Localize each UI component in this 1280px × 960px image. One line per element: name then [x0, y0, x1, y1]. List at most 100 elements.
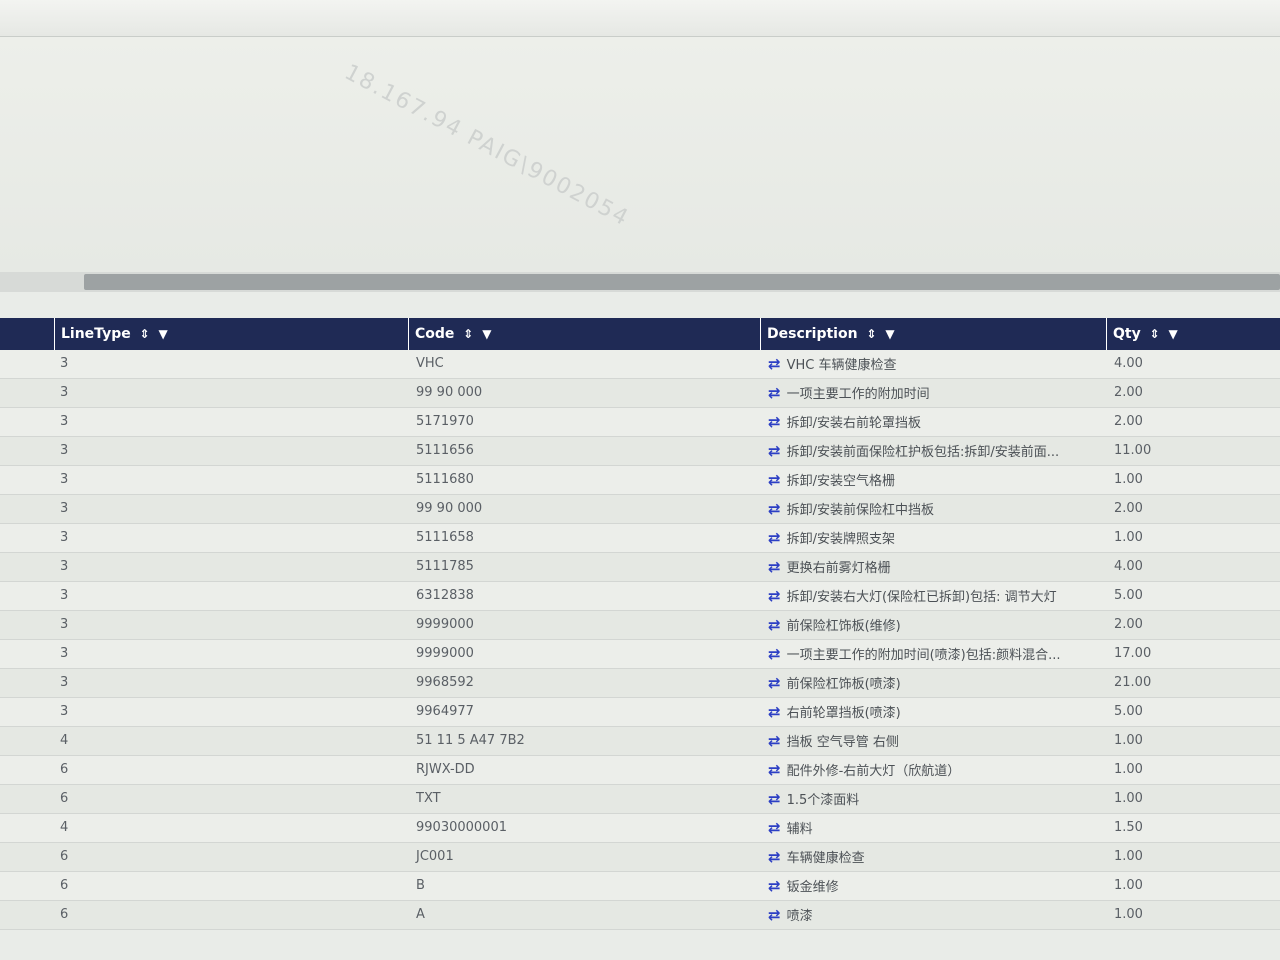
row-selector[interactable] [0, 466, 54, 494]
description-text: 拆卸/安装右大灯(保险杠已拆卸)包括: 调节大灯 [786, 590, 1057, 605]
cell-linetype: 4 [60, 820, 69, 835]
table-row[interactable]: 4 51 11 5 A47 7B2 ⇄ 挡板 空气导管 右侧 1.00 [0, 727, 1280, 756]
swap-arrows-icon[interactable]: ⇄ [768, 872, 781, 900]
swap-arrows-icon[interactable]: ⇄ [768, 611, 781, 639]
swap-arrows-icon[interactable]: ⇄ [768, 379, 781, 407]
row-selector[interactable] [0, 872, 54, 900]
table-row[interactable]: 3 5111785 ⇄ 更换右前雾灯格栅 4.00 [0, 553, 1280, 582]
table-row[interactable]: 6 JC001 ⇄ 车辆健康检查 1.00 [0, 843, 1280, 872]
cell-code: TXT [416, 791, 441, 806]
cell-code: 51 11 5 A47 7B2 [416, 733, 525, 748]
description-text: 拆卸/安装右前轮罩挡板 [786, 416, 921, 431]
table-row[interactable]: 4 99030000001 ⇄ 辅料 1.50 [0, 814, 1280, 843]
row-selector[interactable] [0, 901, 54, 929]
table-row[interactable]: 3 99 90 000 ⇄ 一项主要工作的附加时间 2.00 [0, 379, 1280, 408]
swap-arrows-icon[interactable]: ⇄ [768, 350, 781, 378]
row-selector[interactable] [0, 379, 54, 407]
table-row[interactable]: 3 9968592 ⇄ 前保险杠饰板(喷漆) 21.00 [0, 669, 1280, 698]
table-row[interactable]: 3 5111656 ⇄ 拆卸/安装前面保险杠护板包括:拆卸/安装前面... 11.00 [0, 437, 1280, 466]
cell-code: A [416, 907, 425, 922]
description-text: 辅料 [786, 822, 813, 837]
swap-arrows-icon[interactable]: ⇄ [768, 669, 781, 697]
cell-linetype: 4 [60, 733, 69, 748]
filter-icon[interactable]: ▼ [482, 327, 491, 341]
swap-arrows-icon[interactable]: ⇄ [768, 814, 781, 842]
swap-arrows-icon[interactable]: ⇄ [768, 901, 781, 929]
table-row[interactable]: 6 RJWX-DD ⇄ 配件外修-右前大灯（欣航道） 1.00 [0, 756, 1280, 785]
row-selector[interactable] [0, 350, 54, 378]
cell-linetype: 3 [60, 385, 69, 400]
swap-arrows-icon[interactable]: ⇄ [768, 495, 781, 523]
filter-icon[interactable]: ▼ [885, 327, 894, 341]
header-code[interactable]: Code ⇕ ▼ [408, 318, 760, 350]
row-selector[interactable] [0, 843, 54, 871]
swap-arrows-icon[interactable]: ⇄ [768, 756, 781, 784]
sort-icon[interactable]: ⇕ [1150, 327, 1160, 341]
row-selector[interactable] [0, 611, 54, 639]
table-row[interactable]: 6 B ⇄ 钣金维修 1.00 [0, 872, 1280, 901]
swap-arrows-icon[interactable]: ⇄ [768, 843, 781, 871]
table-row[interactable]: 6 TXT ⇄ 1.5个漆面料 1.00 [0, 785, 1280, 814]
header-description[interactable]: Description ⇕ ▼ [760, 318, 1106, 350]
cell-linetype: 6 [60, 849, 69, 864]
cell-qty: 11.00 [1114, 443, 1152, 458]
table-row[interactable]: 3 5171970 ⇄ 拆卸/安装右前轮罩挡板 2.00 [0, 408, 1280, 437]
swap-arrows-icon[interactable]: ⇄ [768, 785, 781, 813]
cell-linetype: 3 [60, 588, 69, 603]
cell-description: ⇄ 1.5个漆面料 [760, 785, 1106, 813]
row-selector[interactable] [0, 698, 54, 726]
sort-icon[interactable]: ⇕ [866, 327, 876, 341]
table-row[interactable]: 3 6312838 ⇄ 拆卸/安装右大灯(保险杠已拆卸)包括: 调节大灯 5.00 [0, 582, 1280, 611]
swap-arrows-icon[interactable]: ⇄ [768, 698, 781, 726]
cell-linetype: 3 [60, 704, 69, 719]
swap-arrows-icon[interactable]: ⇄ [768, 727, 781, 755]
filter-icon[interactable]: ▼ [159, 327, 168, 341]
header-description-label: Description [767, 326, 858, 342]
description-text: 更换右前雾灯格栅 [786, 561, 891, 576]
table-row[interactable]: 3 5111680 ⇄ 拆卸/安装空气格栅 1.00 [0, 466, 1280, 495]
cell-description: ⇄ 喷漆 [760, 901, 1106, 929]
cell-description: ⇄ 拆卸/安装右前轮罩挡板 [760, 408, 1106, 436]
cell-description: ⇄ 拆卸/安装前保险杠中挡板 [760, 495, 1106, 523]
row-selector[interactable] [0, 640, 54, 668]
header-qty-label: Qty [1113, 326, 1141, 342]
row-selector[interactable] [0, 669, 54, 697]
sort-icon[interactable]: ⇕ [463, 327, 473, 341]
header-linetype[interactable]: LineType ⇕ ▼ [54, 318, 408, 350]
filter-icon[interactable]: ▼ [1169, 327, 1178, 341]
table-row[interactable]: 3 9999000 ⇄ 前保险杠饰板(维修) 2.00 [0, 611, 1280, 640]
description-text: 前保险杠饰板(喷漆) [786, 677, 901, 692]
cell-linetype: 6 [60, 762, 69, 777]
table-row[interactable]: 3 9964977 ⇄ 右前轮罩挡板(喷漆) 5.00 [0, 698, 1280, 727]
table-row[interactable]: 3 5111658 ⇄ 拆卸/安装牌照支架 1.00 [0, 524, 1280, 553]
table-row[interactable]: 6 A ⇄ 喷漆 1.00 [0, 901, 1280, 930]
row-selector[interactable] [0, 814, 54, 842]
cell-description: ⇄ 配件外修-右前大灯（欣航道） [760, 756, 1106, 784]
sort-icon[interactable]: ⇕ [140, 327, 150, 341]
swap-arrows-icon[interactable]: ⇄ [768, 640, 781, 668]
table-row[interactable]: 3 VHC ⇄ VHC 车辆健康检查 4.00 [0, 350, 1280, 379]
horizontal-scrollbar-thumb[interactable] [84, 274, 1280, 290]
swap-arrows-icon[interactable]: ⇄ [768, 466, 781, 494]
table-row[interactable]: 3 9999000 ⇄ 一项主要工作的附加时间(喷漆)包括:颜料混合... 17.00 [0, 640, 1280, 669]
table-row[interactable]: 3 99 90 000 ⇄ 拆卸/安装前保险杠中挡板 2.00 [0, 495, 1280, 524]
cell-qty: 4.00 [1114, 559, 1143, 574]
row-selector[interactable] [0, 437, 54, 465]
cell-description: ⇄ VHC 车辆健康检查 [760, 350, 1106, 378]
row-selector[interactable] [0, 582, 54, 610]
row-selector[interactable] [0, 756, 54, 784]
header-qty[interactable]: Qty ⇕ ▼ [1106, 318, 1280, 350]
swap-arrows-icon[interactable]: ⇄ [768, 437, 781, 465]
cell-code: B [416, 878, 425, 893]
swap-arrows-icon[interactable]: ⇄ [768, 553, 781, 581]
swap-arrows-icon[interactable]: ⇄ [768, 408, 781, 436]
row-selector[interactable] [0, 727, 54, 755]
swap-arrows-icon[interactable]: ⇄ [768, 524, 781, 552]
row-selector[interactable] [0, 495, 54, 523]
row-selector[interactable] [0, 408, 54, 436]
row-selector[interactable] [0, 553, 54, 581]
description-text: 钣金维修 [786, 880, 839, 895]
row-selector[interactable] [0, 785, 54, 813]
swap-arrows-icon[interactable]: ⇄ [768, 582, 781, 610]
row-selector[interactable] [0, 524, 54, 552]
